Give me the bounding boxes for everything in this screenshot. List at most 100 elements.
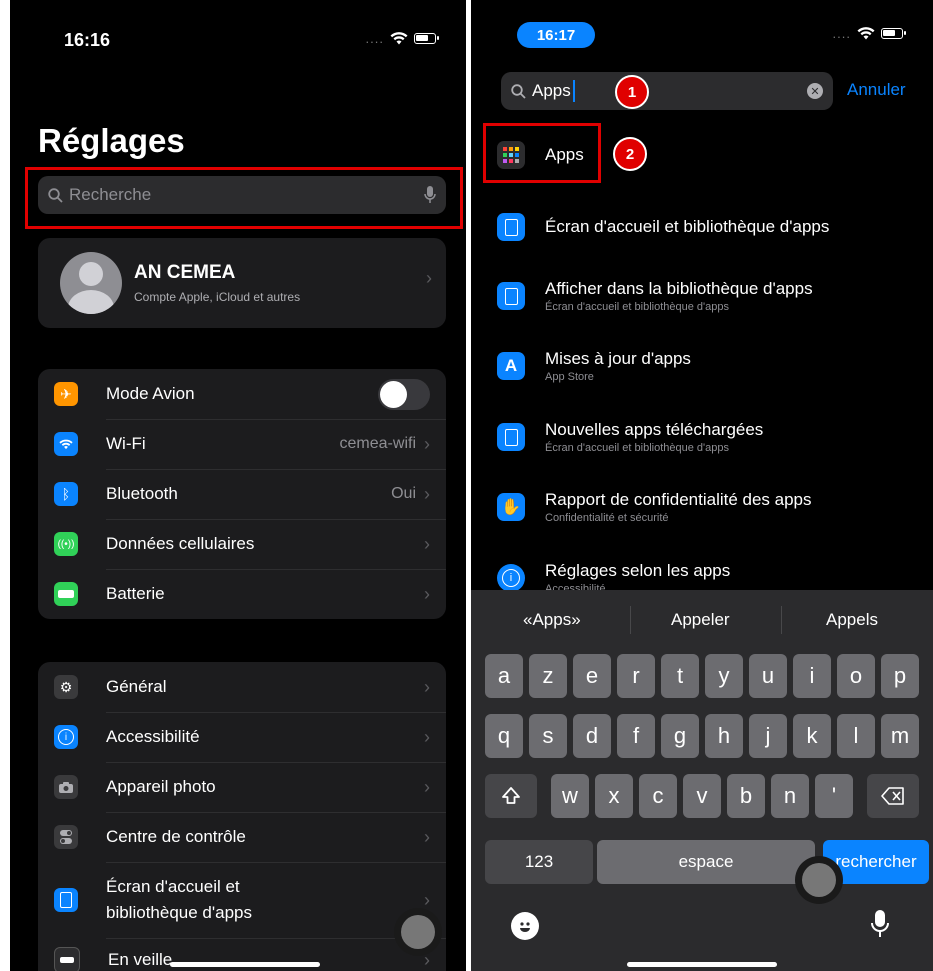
suggestion-divider <box>781 606 782 634</box>
row-camera[interactable]: Appareil photo › <box>38 762 446 812</box>
row-cellular[interactable]: ((•)) Données cellulaires › <box>38 519 446 569</box>
chevron-right-icon: › <box>424 433 430 454</box>
key-i[interactable]: i <box>793 654 831 698</box>
shift-key[interactable] <box>485 774 537 818</box>
key-v[interactable]: v <box>683 774 721 818</box>
row-bluetooth[interactable]: ᛒ Bluetooth Oui › <box>38 469 446 519</box>
assistive-touch-button[interactable] <box>394 908 442 956</box>
settings-search-screen: 16:17 .... Apps ✕ Annuler 1 2 Apps Écran… <box>471 0 933 971</box>
result-row[interactable]: Apps <box>471 140 933 170</box>
row-label: Général <box>106 677 167 696</box>
bluetooth-icon: ᛒ <box>54 482 78 506</box>
result-subtitle: Écran d'accueil et bibliothèque d'apps <box>545 442 729 454</box>
assistive-touch-button[interactable] <box>795 856 843 904</box>
result-title: Réglages selon les apps <box>545 561 731 580</box>
suggestion-item[interactable]: «Apps» <box>523 610 581 630</box>
emoji-icon[interactable] <box>511 912 539 940</box>
chevron-right-icon: › <box>424 583 430 604</box>
row-airplane-mode[interactable]: ✈ Mode Avion <box>38 369 446 419</box>
row-control-center[interactable]: Centre de contrôle › <box>38 812 446 862</box>
status-icons: .... <box>832 26 906 41</box>
camera-icon <box>54 775 78 799</box>
signal-dots-icon: .... <box>832 26 851 41</box>
result-row[interactable]: A Mises à jour d'apps App Store <box>471 346 933 386</box>
key-z[interactable]: z <box>529 654 567 698</box>
key-o[interactable]: o <box>837 654 875 698</box>
space-key[interactable]: espace <box>597 840 815 884</box>
row-label: Écran d'accueil et bibliothèque d'apps <box>106 877 252 922</box>
key-n[interactable]: n <box>771 774 809 818</box>
result-row[interactable]: Écran d'accueil et bibliothèque d'apps <box>471 212 933 242</box>
highlight-box <box>25 167 463 229</box>
key-c[interactable]: c <box>639 774 677 818</box>
row-label: Données cellulaires <box>106 534 255 553</box>
key-h[interactable]: h <box>705 714 743 758</box>
account-name: AN CEMEA <box>134 262 236 283</box>
key-apostrophe[interactable]: ' <box>815 774 853 818</box>
row-label: Appareil photo <box>106 777 216 796</box>
key-l[interactable]: l <box>837 714 875 758</box>
key-w[interactable]: w <box>551 774 589 818</box>
numbers-key[interactable]: 123 <box>485 840 593 884</box>
result-title: Nouvelles apps téléchargées <box>545 420 764 439</box>
chevron-right-icon: › <box>424 889 430 910</box>
airplane-mode-toggle[interactable] <box>378 378 430 410</box>
privacy-hand-icon: ✋ <box>497 493 525 521</box>
cancel-button[interactable]: Annuler <box>847 80 906 100</box>
key-g[interactable]: g <box>661 714 699 758</box>
result-title: Afficher dans la bibliothèque d'apps <box>545 279 813 298</box>
key-t[interactable]: t <box>661 654 699 698</box>
status-time: 16:16 <box>64 30 111 50</box>
clear-icon[interactable]: ✕ <box>807 83 823 99</box>
battery-icon <box>54 582 78 606</box>
key-y[interactable]: y <box>705 654 743 698</box>
status-icons: .... <box>365 31 439 46</box>
app-store-icon: A <box>497 352 525 380</box>
bluetooth-value: Oui <box>391 485 416 502</box>
key-d[interactable]: d <box>573 714 611 758</box>
step-badge-1: 1 <box>615 75 649 109</box>
general-group: ⚙ Général › i Accessibilité › Appareil p… <box>38 662 446 971</box>
keyboard: «Apps» Appeler Appels a z e r t y u i o … <box>471 590 933 971</box>
airplane-icon: ✈ <box>54 382 78 406</box>
key-k[interactable]: k <box>793 714 831 758</box>
key-u[interactable]: u <box>749 654 787 698</box>
result-row[interactable]: ✋ Rapport de confidentialité des apps Co… <box>471 487 933 527</box>
avatar <box>60 252 122 314</box>
result-row[interactable]: Afficher dans la bibliothèque d'apps Écr… <box>471 276 933 316</box>
key-f[interactable]: f <box>617 714 655 758</box>
key-x[interactable]: x <box>595 774 633 818</box>
signal-dots-icon: .... <box>365 31 384 46</box>
key-s[interactable]: s <box>529 714 567 758</box>
home-indicator[interactable] <box>170 962 320 967</box>
key-b[interactable]: b <box>727 774 765 818</box>
row-accessibility[interactable]: i Accessibilité › <box>38 712 446 762</box>
key-j[interactable]: j <box>749 714 787 758</box>
search-input[interactable]: Apps ✕ <box>501 72 833 110</box>
key-m[interactable]: m <box>881 714 919 758</box>
row-wifi[interactable]: Wi-Fi cemea-wifi › <box>38 419 446 469</box>
account-subtitle: Compte Apple, iCloud et autres <box>134 290 301 304</box>
home-indicator[interactable] <box>627 962 777 967</box>
chevron-right-icon: › <box>424 726 430 747</box>
dictation-icon[interactable] <box>871 910 889 943</box>
row-home-screen[interactable]: Écran d'accueil et bibliothèque d'apps › <box>38 862 446 938</box>
suggestion-item[interactable]: Appeler <box>671 610 730 630</box>
account-card[interactable]: AN CEMEA Compte Apple, iCloud et autres … <box>38 238 446 328</box>
delete-key[interactable] <box>867 774 919 818</box>
key-a[interactable]: a <box>485 654 523 698</box>
key-p[interactable]: p <box>881 654 919 698</box>
row-label: Wi-Fi <box>106 434 146 453</box>
result-subtitle: App Store <box>545 371 594 383</box>
suggestion-item[interactable]: Appels <box>826 610 878 630</box>
key-q[interactable]: q <box>485 714 523 758</box>
result-row[interactable]: Nouvelles apps téléchargées Écran d'accu… <box>471 417 933 457</box>
key-r[interactable]: r <box>617 654 655 698</box>
row-battery[interactable]: Batterie › <box>38 569 446 619</box>
settings-screen: 16:16 .... Réglages Recherche AN CEMEA C… <box>10 0 466 971</box>
search-value: Apps <box>532 81 571 100</box>
key-e[interactable]: e <box>573 654 611 698</box>
shift-icon <box>502 787 520 804</box>
row-general[interactable]: ⚙ Général › <box>38 662 446 712</box>
wifi-status-icon <box>857 27 875 40</box>
